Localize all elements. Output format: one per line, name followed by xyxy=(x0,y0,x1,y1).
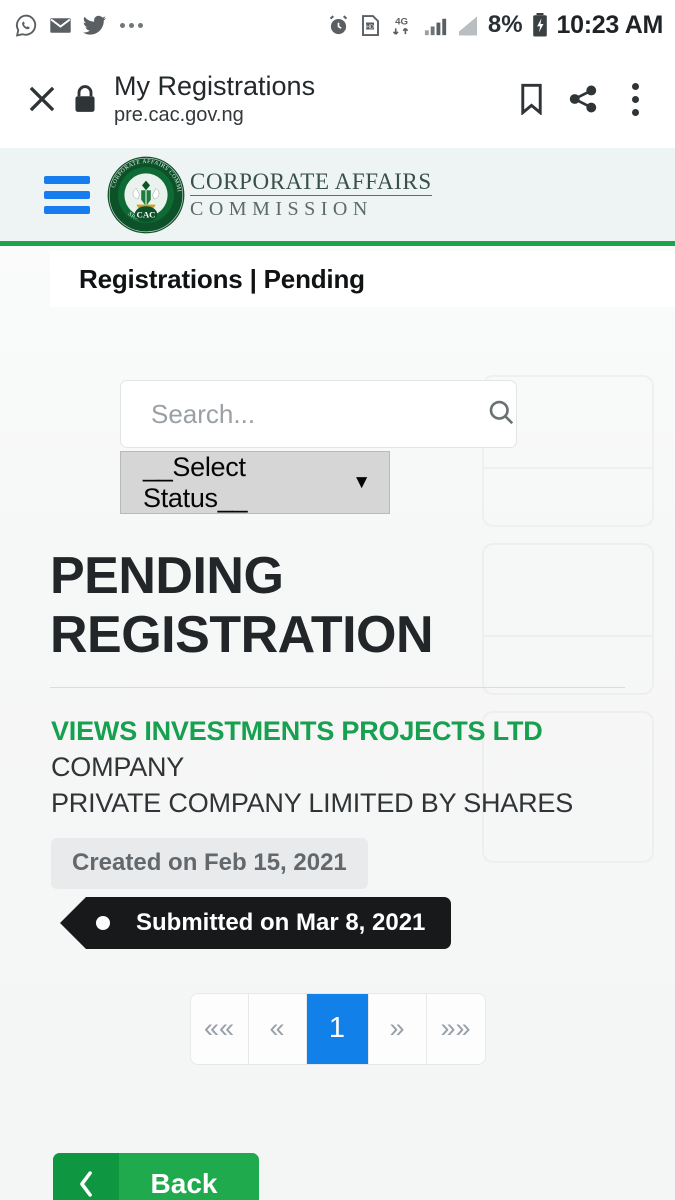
search-icon[interactable] xyxy=(486,397,516,432)
status-filter-value: __Select Status__ xyxy=(143,451,248,513)
android-status-bar: HD 4G 8% 10:23 AM xyxy=(0,0,675,50)
page-heading: PENDING REGISTRATION xyxy=(50,547,434,664)
status-filter-select[interactable]: __Select Status__ ▼ xyxy=(120,451,390,514)
more-notifications-icon xyxy=(120,22,143,28)
notification-icons xyxy=(14,13,143,38)
close-icon[interactable] xyxy=(20,77,64,121)
page-url: pre.cac.gov.ng xyxy=(114,104,244,127)
email-icon xyxy=(48,13,73,38)
registration-classification: PRIVATE COMPANY LIMITED BY SHARES xyxy=(51,787,574,818)
pagination-next-button[interactable]: » xyxy=(368,993,427,1064)
whatsapp-icon xyxy=(14,13,39,38)
registration-badges: Created on Feb 15, 2021 Submitted on Mar… xyxy=(51,837,675,949)
back-button[interactable]: Back xyxy=(53,1153,259,1200)
bookmark-icon[interactable] xyxy=(505,73,557,125)
back-button-label: Back xyxy=(150,1168,218,1199)
site-wordmark: CORPORATE AFFAIRS COMMISSION xyxy=(190,170,432,219)
alarm-icon xyxy=(326,13,351,38)
search-field[interactable] xyxy=(120,380,517,448)
browser-toolbar: My Registrations pre.cac.gov.ng xyxy=(0,50,675,148)
lock-icon xyxy=(64,75,106,123)
heading-divider xyxy=(50,686,625,688)
pagination-page-1[interactable]: 1 xyxy=(306,993,369,1064)
registration-card[interactable]: VIEWS INVESTMENTS PROJECTS LTD COMPANY P… xyxy=(0,716,675,949)
wordmark-line-2: COMMISSION xyxy=(190,198,373,220)
chevron-down-icon: ▼ xyxy=(352,471,371,493)
signal-bars-icon xyxy=(423,13,450,38)
share-icon[interactable] xyxy=(557,73,609,125)
breadcrumb: Registrations | Pending xyxy=(79,264,365,294)
page-content: __Select Status__ ▼ PENDING REGISTRATION… xyxy=(0,307,675,1064)
overflow-menu-icon[interactable] xyxy=(609,73,661,125)
clock-label: 10:23 AM xyxy=(556,10,664,39)
registration-entity-type: COMPANY xyxy=(51,751,185,782)
svg-text:4G: 4G xyxy=(395,16,408,27)
created-badge: Created on Feb 15, 2021 xyxy=(51,837,368,889)
pagination-prev-button[interactable]: « xyxy=(248,993,307,1064)
cac-seal-logo: CORPORATE AFFAIRS COMMI SION CA xyxy=(107,156,185,233)
page-title: My Registrations xyxy=(114,70,316,101)
address-bar[interactable]: My Registrations pre.cac.gov.ng xyxy=(106,71,505,127)
registration-company-name: VIEWS INVESTMENTS PROJECTS LTD xyxy=(51,715,543,746)
pagination-last-button[interactable]: »» xyxy=(426,993,485,1064)
twitter-icon xyxy=(82,13,107,38)
webpage-viewport: CORPORATE AFFAIRS COMMI SION CA xyxy=(0,148,675,1200)
filters-row: __Select Status__ ▼ xyxy=(0,307,675,514)
pagination-first-button[interactable]: «« xyxy=(190,993,249,1064)
breadcrumb-panel: Registrations | Pending xyxy=(50,251,675,307)
signal-bars-secondary-icon xyxy=(457,13,481,38)
4g-data-icon: 4G xyxy=(389,13,416,38)
wordmark-line-1: CORPORATE AFFAIRS xyxy=(190,169,432,196)
submitted-badge: Submitted on Mar 8, 2021 xyxy=(59,896,452,949)
site-logo[interactable]: CORPORATE AFFAIRS COMMI SION CA xyxy=(106,155,432,235)
battery-percent-label: 8% xyxy=(487,11,523,38)
search-input[interactable] xyxy=(151,398,486,430)
sim-card-icon: HD xyxy=(358,13,382,38)
system-status-icons: HD 4G 8% 10:23 AM xyxy=(326,11,663,40)
pagination: «« « 1 » »» xyxy=(0,993,675,1064)
hamburger-menu-icon[interactable] xyxy=(44,175,90,214)
status-dot-icon xyxy=(96,915,110,930)
submitted-badge-label: Submitted on Mar 8, 2021 xyxy=(136,908,426,936)
site-header: CORPORATE AFFAIRS COMMI SION CA xyxy=(0,148,675,246)
svg-text:CAC: CAC xyxy=(136,209,155,219)
chevron-left-icon xyxy=(53,1153,119,1200)
svg-text:HD: HD xyxy=(366,24,374,30)
battery-charging-icon xyxy=(530,12,550,38)
screen: HD 4G 8% 10:23 AM My Registrations pre.c… xyxy=(0,0,675,1200)
